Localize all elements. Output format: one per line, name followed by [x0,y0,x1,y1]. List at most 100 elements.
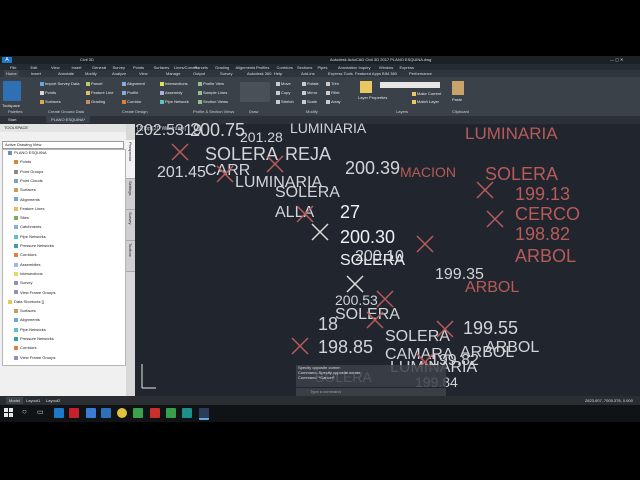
tree-item[interactable]: View Frame Groups [14,355,56,360]
stretch-button[interactable]: Stretch [276,99,294,104]
ribbon-tab[interactable]: BIM 360 [382,70,397,77]
search-icon[interactable]: ○ [22,407,27,416]
ribbon-tab[interactable]: View [139,70,148,77]
grading-button[interactable]: Grading [86,99,105,104]
app-icon-red[interactable] [150,408,160,418]
import-survey-button[interactable]: Import Survey Data [40,81,79,86]
layout-tab-model[interactable]: Model [6,397,23,404]
match-layer-button[interactable]: Match Layer [412,99,439,104]
tree-item[interactable]: Pressure Networks [14,243,54,248]
trim-button[interactable]: Trim [326,81,339,86]
layout-tab-1[interactable]: Layout1 [26,397,40,404]
toolspace-button[interactable] [3,81,21,101]
tree-item[interactable]: Point Groups [14,169,43,174]
autodesk-logo[interactable]: A [2,57,12,63]
tree-item[interactable]: Alignments [14,197,40,202]
tree-item[interactable]: Corridors [14,252,36,257]
ribbon-tab[interactable]: Output [193,70,205,77]
assembly-button[interactable]: Assembly [160,90,182,95]
tree-item[interactable]: Point Clouds [14,178,43,183]
surfaces-button[interactable]: Surfaces [40,99,61,104]
feature-line-button[interactable]: Feature Line [86,90,113,95]
fillet-button[interactable]: Fillet [326,90,339,95]
tree-item[interactable]: Pressure Networks [14,336,54,341]
explorer-icon[interactable] [86,408,96,418]
windows-start-icon[interactable] [4,408,14,418]
civil3d-icon-teal[interactable] [182,408,192,418]
autocad-icon[interactable] [69,408,79,418]
ribbon-tab[interactable]: Insert [31,70,41,77]
points-button[interactable]: Points [40,90,56,95]
draw-tools[interactable] [240,82,270,102]
layout-tab-2[interactable]: Layout2 [46,397,60,404]
tree-item[interactable]: Surfaces [14,187,36,192]
tree-item[interactable]: Alignments [14,317,40,322]
window-controls[interactable]: — ▢ ✕ [610,56,623,63]
tree-item[interactable]: PLANO ESQUINA [8,150,47,155]
tree-item[interactable]: Feature Lines [14,206,44,211]
ribbon-tab[interactable]: Help [274,70,282,77]
tree-item[interactable]: Pipe Networks [14,327,46,332]
tab-prospector[interactable]: Prospector [126,140,135,179]
toolspace-view-selector[interactable]: Active Drawing View [2,141,124,149]
rotate-button[interactable]: Rotate [302,81,319,86]
tree-item[interactable]: Survey [14,280,32,285]
ribbon-tab[interactable]: Annotate [58,70,74,77]
copy-button[interactable]: Copy [276,90,290,95]
edge-icon[interactable] [54,408,64,418]
scale-button[interactable]: Scale [302,99,317,104]
tree-item[interactable]: Data Shortcuts [] [8,299,44,304]
corridor-button[interactable]: Corridor [122,99,141,104]
tree-item[interactable]: Points [14,159,31,164]
sample-lines-button[interactable]: Sample Lines [198,90,227,95]
tree-item[interactable]: Assemblies [14,262,40,267]
alignment-button[interactable]: Alignment [122,81,145,86]
app-icon-green[interactable] [133,408,143,418]
civil3d-icon-green[interactable] [166,408,176,418]
pipe-network-button[interactable]: Pipe Network [160,99,189,104]
parcel-button[interactable]: Parcel [86,81,102,86]
intersections-button[interactable]: Intersections [160,81,188,86]
point-x-marker [376,290,394,308]
tree-item[interactable]: Sites [14,215,29,220]
quick-access-label[interactable]: Civil 3D [80,56,94,63]
task-view-icon[interactable]: ▭ [37,408,44,416]
paste-button[interactable] [452,81,464,95]
autocad-running-icon[interactable] [199,408,209,420]
ribbon-tab[interactable]: Performance [409,70,432,77]
layer-properties-button[interactable] [360,81,372,93]
mirror-button[interactable]: Mirror [302,90,317,95]
tab-survey[interactable]: Survey [126,210,135,241]
ribbon-tab[interactable]: Add-ins [301,70,315,77]
command-input[interactable]: Type a command [310,389,341,394]
ribbon-tab[interactable]: Modify [85,70,97,77]
layer-dropdown[interactable] [380,82,440,88]
section-views-button[interactable]: Section Views [198,99,228,104]
chrome-icon[interactable] [117,408,127,418]
tab-toolbox[interactable]: Toolbox [126,241,135,272]
profile-view-button[interactable]: Profile View [198,81,224,86]
tree-item[interactable]: Intersections [14,271,43,276]
ribbon-tab[interactable]: Express Tools [328,70,353,77]
ribbon-tab[interactable]: Home [4,70,19,77]
tree-item[interactable]: Catchments [14,224,41,229]
ribbon-tab[interactable]: Autodesk 360 [247,70,271,77]
make-current-button[interactable]: Make Current [412,91,441,96]
profile-button[interactable]: Profile [122,90,138,95]
store-icon[interactable] [101,408,111,418]
tree-item[interactable]: View Frame Groups [14,290,56,295]
tree-item[interactable]: Corridors [14,345,36,350]
array-button[interactable]: Array [326,99,341,104]
tab-start[interactable]: Start [8,116,16,123]
drawing-canvas[interactable]: [-][Top][2D Wireframe] 202.5319 200.75 SOL… [135,120,640,396]
tree-item[interactable]: Pipe Networks [14,234,46,239]
tab-plano-esquina[interactable]: PLANO ESQUINA* [46,116,91,123]
tree-item[interactable]: Surfaces [14,308,36,313]
ribbon-tab[interactable]: Analyze [112,70,126,77]
ribbon-tab[interactable]: Manage [166,70,180,77]
ribbon-tab[interactable]: Featured Apps [355,70,381,77]
tab-settings[interactable]: Settings [126,179,135,210]
move-button[interactable]: Move [276,81,291,86]
ribbon-tab[interactable]: Survey [220,70,232,77]
command-line[interactable]: Type a command [296,388,446,396]
